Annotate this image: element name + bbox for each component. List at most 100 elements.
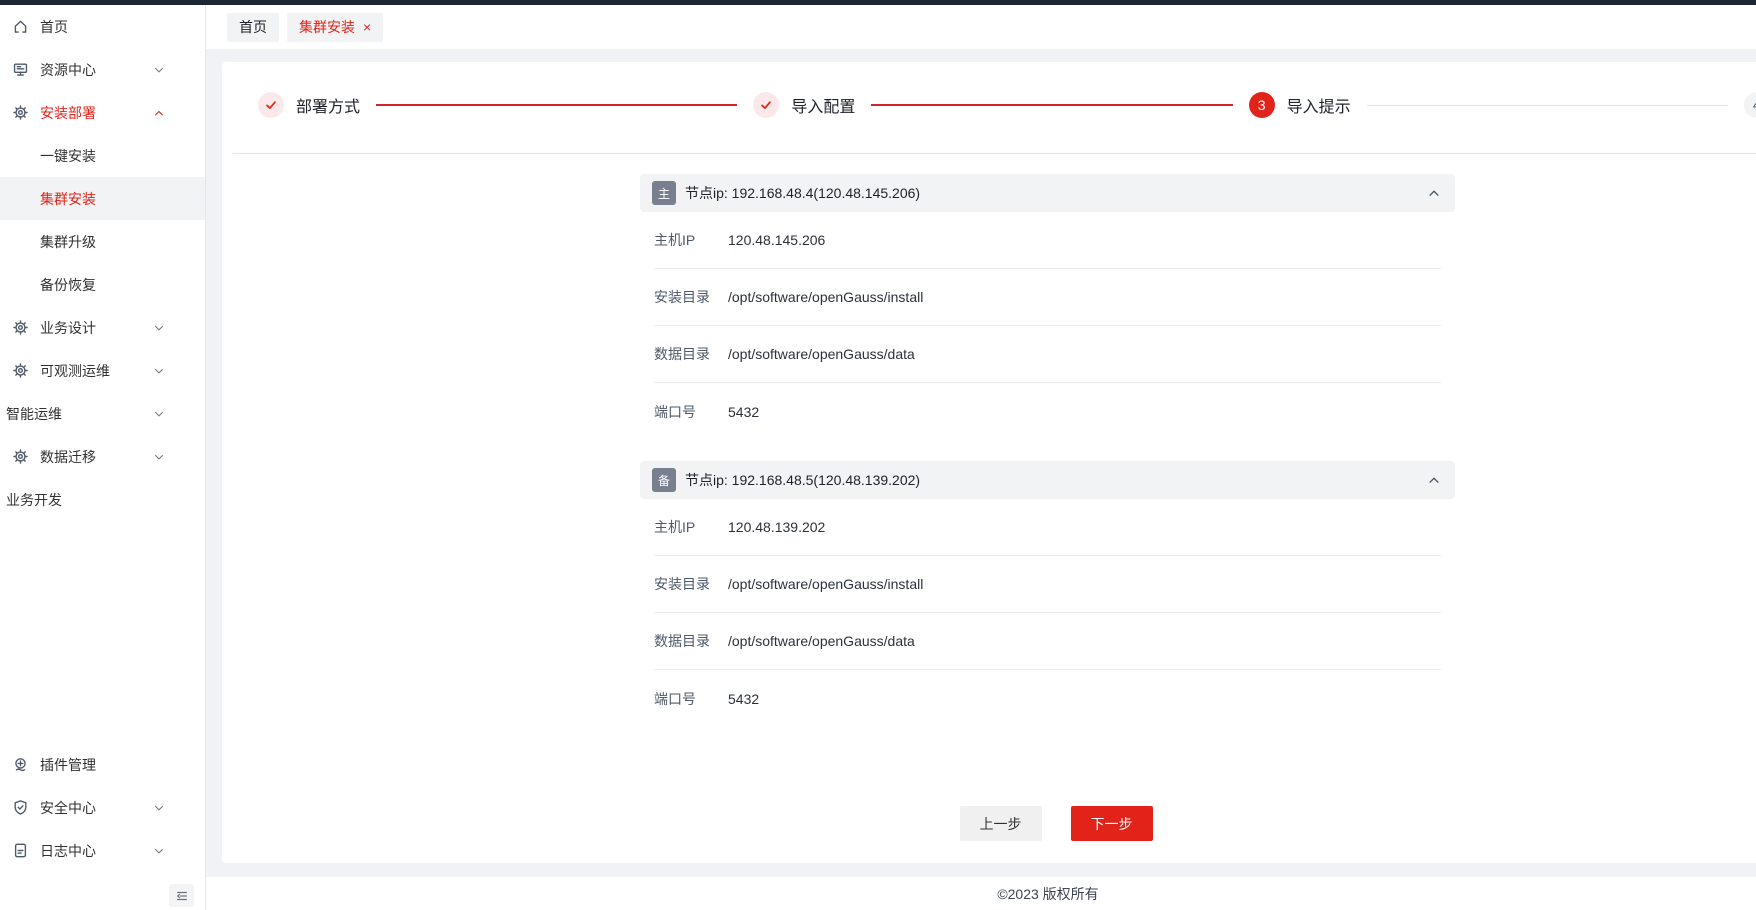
gear-icon [10,448,30,465]
standby-node-badge: 备 [652,468,676,492]
sidebar-item-plugin-manage[interactable]: 插件管理 [0,743,205,786]
step-import-config: 导入配置 [753,92,855,118]
detail-row-install-dir: 安装目录 /opt/software/openGauss/install [654,269,1441,326]
step-connector [1367,105,1728,106]
node-panel-primary: 主 节点ip: 192.168.48.4(120.48.145.206) 主机I… [640,174,1455,440]
panel-header-primary[interactable]: 主 节点ip: 192.168.48.4(120.48.145.206) [640,174,1455,212]
panel-title: 节点ip: 192.168.48.4(120.48.145.206) [685,183,920,203]
sidebar-item-cluster-upgrade[interactable]: 集群升级 [0,220,205,263]
tab-label: 集群安装 [299,17,355,37]
step-done-check-icon [258,92,284,118]
panel-body: 主机IP 120.48.139.202 安装目录 /opt/software/o… [640,499,1455,727]
sidebar-item-label: 数据迁移 [40,447,96,467]
step-title: 导入配置 [791,93,855,117]
step-connector [871,104,1232,106]
chevron-up-icon [1427,473,1441,487]
document-icon [10,842,30,859]
plugin-icon [10,756,30,773]
detail-row-data-dir: 数据目录 /opt/software/openGauss/data [654,326,1441,383]
sidebar-item-label: 集群升级 [40,232,96,252]
chevron-down-icon [153,64,165,76]
sidebar-item-label: 日志中心 [40,841,96,861]
collapse-sidebar-icon [175,889,189,903]
sidebar-nav: 首页 资源中心 安装部署 [0,5,205,521]
row-value: 5432 [728,691,759,707]
row-label: 主机IP [654,230,728,250]
previous-step-button[interactable]: 上一步 [960,806,1042,841]
sidebar-item-log-center[interactable]: 日志中心 [0,829,205,872]
tab-home[interactable]: 首页 [227,13,279,42]
sidebar-item-label: 一键安装 [40,146,96,166]
step-connector [376,104,737,106]
sidebar-item-one-click-install[interactable]: 一键安装 [0,134,205,177]
sidebar-item-label: 资源中心 [40,60,96,80]
sidebar-item-label: 可观测运维 [40,361,110,381]
row-label: 端口号 [654,402,728,422]
sidebar-item-install-deploy[interactable]: 安装部署 [0,91,205,134]
step-title: 导入提示 [1287,93,1351,117]
row-label: 安装目录 [654,574,728,594]
row-value: /opt/software/openGauss/data [728,346,915,362]
page-footer: ©2023 版权所有 [206,877,1756,910]
row-label: 数据目录 [654,631,728,651]
sidebar-item-label: 安全中心 [40,798,96,818]
chevron-down-icon [153,845,165,857]
sidebar-item-label: 插件管理 [40,755,96,775]
sidebar-item-backup-restore[interactable]: 备份恢复 [0,263,205,306]
home-icon [10,18,30,35]
row-value: 120.48.139.202 [728,519,825,535]
chevron-up-icon [153,107,165,119]
close-tab-icon[interactable]: × [363,20,371,34]
row-value: /opt/software/openGauss/install [728,576,923,592]
node-panel-standby: 备 节点ip: 192.168.48.5(120.48.139.202) 主机I… [640,461,1455,727]
next-step-button[interactable]: 下一步 [1071,806,1153,841]
sidebar-item-business-design[interactable]: 业务设计 [0,306,205,349]
sidebar-item-label: 业务设计 [40,318,96,338]
step-done-check-icon [753,92,779,118]
chevron-down-icon [153,365,165,377]
sidebar-item-label: 备份恢复 [40,275,96,295]
detail-row-data-dir: 数据目录 /opt/software/openGauss/data [654,613,1441,670]
row-value: /opt/software/openGauss/install [728,289,923,305]
sidebar-item-label: 集群安装 [40,189,96,209]
monitor-icon [10,61,30,78]
chevron-down-icon [153,322,165,334]
row-label: 安装目录 [654,287,728,307]
sidebar-item-data-migration[interactable]: 数据迁移 [0,435,205,478]
row-label: 端口号 [654,689,728,709]
panel-title: 节点ip: 192.168.48.5(120.48.139.202) [685,470,920,490]
primary-node-badge: 主 [652,181,676,205]
row-label: 主机IP [654,517,728,537]
panel-body: 主机IP 120.48.145.206 安装目录 /opt/software/o… [640,212,1455,440]
sidebar-item-security-center[interactable]: 安全中心 [0,786,205,829]
gear-icon [10,362,30,379]
tab-bar: 首页 集群安装 × [206,5,1756,49]
sidebar-item-label: 业务开发 [6,490,62,510]
detail-row-port: 端口号 5432 [654,383,1441,440]
row-value: /opt/software/openGauss/data [728,633,915,649]
sidebar-item-business-dev[interactable]: 业务开发 [0,478,205,521]
sidebar-item-observability-ops[interactable]: 可观测运维 [0,349,205,392]
collapse-sidebar-button[interactable] [169,884,194,907]
step-number: 4 [1744,92,1756,118]
stepper-divider [233,153,1756,154]
chevron-up-icon [1427,186,1441,200]
wizard-stepper: 部署方式 导入配置 3 导入提示 4 [222,62,1756,118]
sidebar-item-home[interactable]: 首页 [0,5,205,48]
sidebar: 首页 资源中心 安装部署 [0,5,206,910]
chevron-down-icon [153,451,165,463]
sidebar-item-label: 智能运维 [6,404,62,424]
tab-label: 首页 [239,17,267,37]
sidebar-item-intelligent-ops[interactable]: 智能运维 [0,392,205,435]
top-dark-bar [0,0,1756,5]
tab-cluster-install[interactable]: 集群安装 × [287,13,383,42]
sidebar-item-cluster-install[interactable]: 集群安装 [0,177,205,220]
detail-row-port: 端口号 5432 [654,670,1441,727]
detail-row-host-ip: 主机IP 120.48.139.202 [654,499,1441,556]
panel-header-standby[interactable]: 备 节点ip: 192.168.48.5(120.48.139.202) [640,461,1455,499]
row-label: 数据目录 [654,344,728,364]
sidebar-item-label: 首页 [40,17,68,37]
step-title: 部署方式 [296,93,360,117]
sidebar-item-resource-center[interactable]: 资源中心 [0,48,205,91]
step-deploy-mode: 部署方式 [258,92,360,118]
